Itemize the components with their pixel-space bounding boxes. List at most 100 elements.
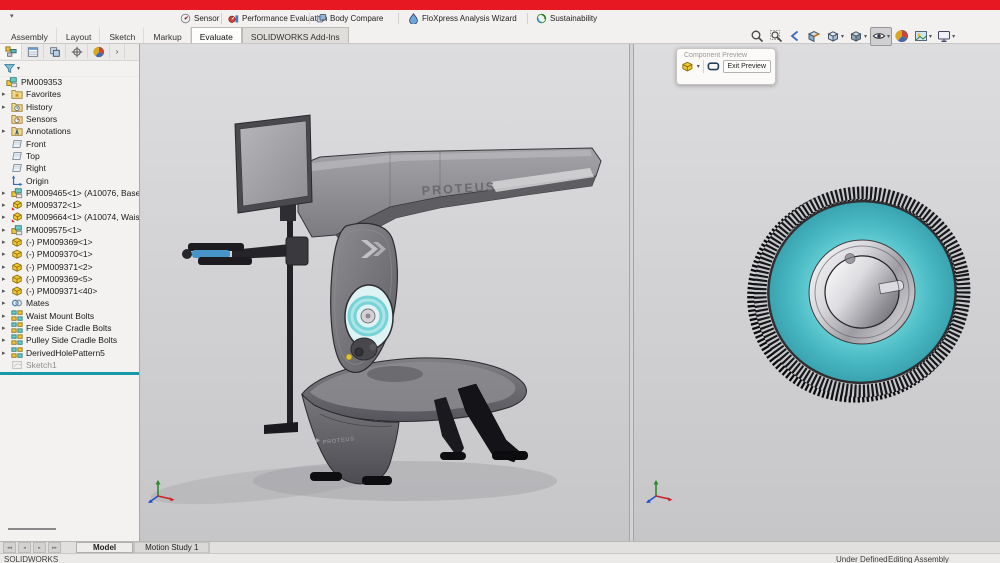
tab-assembly[interactable]: Assembly xyxy=(2,27,57,43)
go-end-icon[interactable]: ▸▸ xyxy=(48,542,61,553)
tree-item-front[interactable]: Front xyxy=(0,137,139,149)
panel-tab-configurationmanager[interactable] xyxy=(44,44,66,59)
headsup-view-settings-button[interactable]: ▾ xyxy=(935,27,957,46)
headsup-edit-appearance-button[interactable] xyxy=(893,27,911,46)
bottom-tab-model[interactable]: Model xyxy=(76,542,133,553)
dropdown-caret[interactable]: ▾ xyxy=(17,65,20,72)
dropdown-caret[interactable]: ▾ xyxy=(887,33,890,40)
expand-arrow-icon[interactable]: ▸ xyxy=(2,250,11,258)
expand-arrow-icon[interactable]: ▸ xyxy=(2,263,11,271)
tree-item-right[interactable]: Right xyxy=(0,162,139,174)
toolbar-button-body-compare[interactable]: Body Compare xyxy=(314,11,385,25)
go-start-icon[interactable]: ◂◂ xyxy=(3,542,16,553)
headsup-previous-view-button[interactable] xyxy=(786,27,804,46)
left-viewport[interactable]: PROTEUS PROTEUS xyxy=(140,44,629,541)
tree-item-pulley-side-cradle-bolts[interactable]: ▸Pulley Side Cradle Bolts xyxy=(0,334,139,346)
dropdown-caret[interactable]: ▾ xyxy=(697,63,700,70)
step-back-icon[interactable]: ◂ xyxy=(18,542,31,553)
machine-model-canvas[interactable]: PROTEUS PROTEUS xyxy=(140,44,629,541)
filter-icon[interactable] xyxy=(4,63,15,74)
expand-arrow-icon[interactable]: ▸ xyxy=(2,336,11,344)
tree-item-favorites[interactable]: ▸Favorites xyxy=(0,88,139,100)
toolbar-button-sustainability[interactable]: Sustainability xyxy=(534,11,599,25)
headsup-zoom-area-button[interactable] xyxy=(767,27,785,46)
expand-arrow-icon[interactable]: ▸ xyxy=(2,213,11,221)
dropdown-caret[interactable]: ▾ xyxy=(841,33,844,40)
expand-arrow-icon[interactable]: ▸ xyxy=(2,226,11,234)
toolbar-button-sensor[interactable]: Sensor xyxy=(178,11,221,25)
tree-item-top[interactable]: Top xyxy=(0,150,139,162)
tab-evaluate[interactable]: Evaluate xyxy=(191,27,242,43)
part-icon xyxy=(11,248,23,260)
tree-item-waist-mount-bolts[interactable]: ▸Waist Mount Bolts xyxy=(0,310,139,322)
expand-arrow-icon[interactable]: ▸ xyxy=(2,324,11,332)
panel-tab-propertymanager[interactable] xyxy=(22,44,44,59)
bottom-tab-motion-study-1[interactable]: Motion Study 1 xyxy=(134,542,209,553)
status-app-name: SOLIDWORKS xyxy=(4,555,58,563)
tree-item-history[interactable]: ▸History xyxy=(0,101,139,113)
tree-item-pm009371-40[interactable]: ▸(-) PM009371<40> xyxy=(0,285,139,297)
tree-item-sensors[interactable]: Sensors xyxy=(0,113,139,125)
tree-item-derivedholepattern5[interactable]: ▸ DerivedHolePattern5 xyxy=(0,347,139,359)
expand-arrow-icon[interactable]: ▸ xyxy=(2,103,11,111)
panel-tab-displaymanager[interactable] xyxy=(88,44,110,59)
tree-item-origin[interactable]: Origin xyxy=(0,174,139,186)
headsup-section-view-button[interactable] xyxy=(805,27,823,46)
tab-solidworks-add-ins[interactable]: SOLIDWORKS Add-Ins xyxy=(242,27,349,43)
expand-arrow-icon[interactable]: ▸ xyxy=(2,201,11,209)
tab-sketch[interactable]: Sketch xyxy=(100,27,144,43)
toolbar-options-caret[interactable]: ▾ xyxy=(10,12,14,20)
gear-model-canvas[interactable] xyxy=(634,44,1000,541)
tree-item-label: PM009465<1> (A10076, Base Assembl xyxy=(26,188,139,198)
headsup-apply-scene-button[interactable]: ▾ xyxy=(912,27,934,46)
expand-arrow-icon[interactable]: ▸ xyxy=(2,349,11,357)
divider xyxy=(209,542,210,553)
exit-preview-button[interactable]: Exit Preview xyxy=(723,60,772,73)
horizontal-scrollbar-thumb[interactable] xyxy=(8,528,56,530)
tree-item-free-side-cradle-bolts[interactable]: ▸Free Side Cradle Bolts xyxy=(0,322,139,334)
tree-item-mates[interactable]: ▸Mates xyxy=(0,297,139,309)
tree-item-pm009664-1-a10074-waist-assem[interactable]: ▸PM009664<1> (A10074, Waist Assem xyxy=(0,211,139,223)
preview-window-icon[interactable] xyxy=(707,60,720,73)
panel-tab-featuremanager-tree[interactable] xyxy=(0,44,22,59)
tab-layout[interactable]: Layout xyxy=(57,27,101,43)
tab-markup[interactable]: Markup xyxy=(144,27,190,43)
toolbar-button-floxpress-analysis-wizard[interactable]: FloXpress Analysis Wizard xyxy=(406,11,519,25)
expand-arrow-icon[interactable]: ▸ xyxy=(2,275,11,283)
rollback-bar[interactable] xyxy=(0,372,139,375)
panel-tab-dimxpertmanager[interactable] xyxy=(66,44,88,59)
status-bar: SOLIDWORKS Under Defined Editing Assembl… xyxy=(0,553,1000,563)
tree-item-pm009372-1[interactable]: ▸PM009372<1> xyxy=(0,199,139,211)
headsup-view-orientation-button[interactable]: ▾ xyxy=(824,27,846,46)
right-viewport[interactable] xyxy=(634,44,1000,541)
tree-item-pm009371-2[interactable]: ▸(-) PM009371<2> xyxy=(0,260,139,272)
headsup-display-style-button[interactable]: ▾ xyxy=(847,27,869,46)
expand-arrow-icon[interactable]: ▸ xyxy=(2,189,11,197)
tree-item-annotations[interactable]: ▸Annotations xyxy=(0,125,139,137)
expand-arrow-icon[interactable]: ▸ xyxy=(2,90,11,98)
step-forward-icon[interactable]: ▸ xyxy=(33,542,46,553)
tree-item-pm009369-5[interactable]: ▸(-) PM009369<5> xyxy=(0,273,139,285)
headsup-hide-show-items-button[interactable]: ▾ xyxy=(870,27,892,46)
dropdown-caret[interactable]: ▾ xyxy=(929,33,932,40)
plane-icon xyxy=(11,138,23,150)
expand-arrow-icon[interactable]: ▸ xyxy=(2,299,11,307)
expand-arrow-icon[interactable]: ▸ xyxy=(2,127,11,135)
expand-arrow-icon[interactable]: ▸ xyxy=(2,287,11,295)
tree-item-pm009575-1[interactable]: ▸PM009575<1> xyxy=(0,224,139,236)
toolbar-separator xyxy=(398,13,399,24)
tree-item-pm009370-1[interactable]: ▸(-) PM009370<1> xyxy=(0,248,139,260)
expand-arrow-icon[interactable]: ▸ xyxy=(2,312,11,320)
tree-item-pm009369-1[interactable]: ▸(-) PM009369<1> xyxy=(0,236,139,248)
tree-item-sketch1[interactable]: Sketch1 xyxy=(0,359,139,371)
sensor-icon xyxy=(180,13,191,24)
tree-item-pm009353[interactable]: PM009353 xyxy=(0,76,139,88)
expand-arrow-icon[interactable]: ▸ xyxy=(2,238,11,246)
tree-item-pm009465-1-a10076-base-assembl[interactable]: ▸ PM009465<1> (A10076, Base Assembl xyxy=(0,187,139,199)
dropdown-caret[interactable]: ▾ xyxy=(864,33,867,40)
more-tabs-icon[interactable]: › xyxy=(110,44,125,59)
dropdown-caret[interactable]: ▾ xyxy=(952,33,955,40)
tree-item-label: DerivedHolePattern5 xyxy=(26,348,105,358)
headsup-zoom-fit-button[interactable] xyxy=(748,27,766,46)
preview-part-icon[interactable] xyxy=(681,60,694,73)
